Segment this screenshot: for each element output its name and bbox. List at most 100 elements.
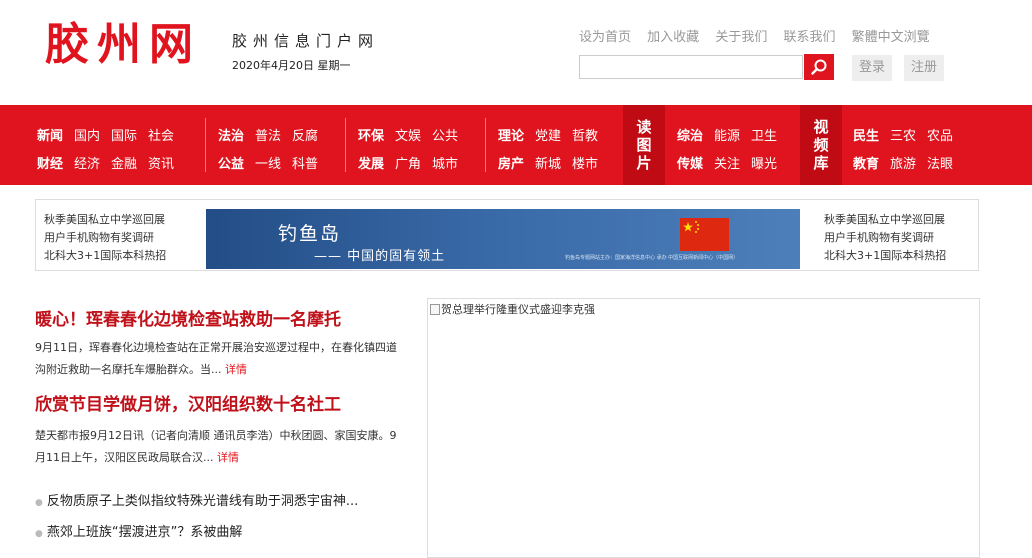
search-icon: [811, 59, 827, 75]
about-us-link[interactable]: 关于我们: [715, 30, 767, 45]
news-list-item[interactable]: ● 燕郊上班族“摆渡进京”？系被曲解: [35, 521, 242, 540]
promo-link[interactable]: 北科大3+1国际本科热招: [824, 247, 946, 265]
login-button[interactable]: 登录: [852, 55, 892, 81]
nav-item[interactable]: 普法: [255, 129, 281, 144]
promo-link[interactable]: 用户手机购物有奖调研: [824, 229, 946, 247]
nav-divider: [205, 118, 206, 172]
nav-item[interactable]: 房产: [498, 157, 524, 172]
nav-item[interactable]: 曝光: [751, 157, 777, 172]
news-list-item[interactable]: ● 反物质原子上类似指纹特殊光谱线有助于洞悉宇宙神...: [35, 490, 358, 509]
nav-item[interactable]: 公共: [432, 129, 458, 144]
nav-item[interactable]: 金融: [111, 157, 137, 172]
nav-item[interactable]: 社会: [148, 129, 174, 144]
nav-read-pictures[interactable]: 读图片: [623, 105, 665, 185]
news-summary: 楚天都市报9月12日讯（记者向清顺 通讯员李浩）中秋团圆、家国安康。9月11日上…: [35, 425, 403, 469]
nav-row: 理论 党建 哲教: [498, 125, 609, 144]
news-summary-text: 9月11日，珲春春化边境检查站在正常开展治安巡逻过程中，在春化镇四道沟附近救助一…: [35, 341, 397, 376]
nav-item[interactable]: 法眼: [927, 157, 953, 172]
featured-image-alt-text: 贺总理举行隆重仪式盛迎李克强: [441, 303, 595, 316]
nav-item[interactable]: 国际: [111, 129, 137, 144]
nav-item[interactable]: 民生: [853, 129, 879, 144]
promo-link[interactable]: 秋季美国私立中学巡回展: [44, 211, 166, 229]
nav-item[interactable]: 反腐: [292, 129, 318, 144]
nav-row: 公益 一线 科普: [218, 153, 329, 172]
nav-item[interactable]: 卫生: [751, 129, 777, 144]
promo-strip: 秋季美国私立中学巡回展 用户手机购物有奖调研 北科大3+1国际本科热招 钓鱼岛 …: [35, 199, 979, 271]
nav-item[interactable]: 文娱: [395, 129, 421, 144]
nav-item[interactable]: 新闻: [37, 129, 63, 144]
promo-links-left: 秋季美国私立中学巡回展 用户手机购物有奖调研 北科大3+1国际本科热招: [44, 211, 166, 265]
nav-item[interactable]: 国内: [74, 129, 100, 144]
broken-image-icon: [430, 303, 440, 315]
nav-video-library[interactable]: 视频库: [800, 105, 842, 185]
nav-item[interactable]: 公益: [218, 157, 244, 172]
register-button[interactable]: 注册: [904, 55, 944, 81]
nav-item[interactable]: 发展: [358, 157, 384, 172]
banner-title: 钓鱼岛: [278, 223, 342, 245]
search-input[interactable]: [579, 55, 803, 79]
traditional-chinese-link[interactable]: 繁體中文浏覽: [852, 30, 930, 45]
nav-item[interactable]: 关注: [714, 157, 740, 172]
nav-item[interactable]: 理论: [498, 129, 524, 144]
nav-row: 房产 新城 楼市: [498, 153, 609, 172]
banner-subtitle: —— 中国的固有领土: [314, 249, 446, 264]
nav-divider: [345, 118, 346, 172]
featured-image-caption: 贺总理举行隆重仪式盛迎李克强: [430, 301, 595, 317]
nav-item[interactable]: 党建: [535, 129, 561, 144]
top-links: 设为首页 加入收藏 关于我们 联系我们 繁體中文浏覽: [579, 26, 942, 45]
nav-item[interactable]: 城市: [432, 157, 458, 172]
bullet-dot-icon: ●: [35, 498, 43, 508]
nav-item[interactable]: 能源: [714, 129, 740, 144]
nav-video-library-label: 视频库: [813, 118, 829, 172]
nav-item[interactable]: 财经: [37, 157, 63, 172]
featured-image[interactable]: 贺总理举行隆重仪式盛迎李克强: [427, 298, 980, 558]
nav-item[interactable]: 经济: [74, 157, 100, 172]
promo-links-right: 秋季美国私立中学巡回展 用户手机购物有奖调研 北科大3+1国际本科热招: [824, 211, 946, 265]
news-list-item-title: 反物质原子上类似指纹特殊光谱线有助于洞悉宇宙神...: [46, 494, 359, 509]
nav-row: 综治 能源 卫生: [677, 125, 788, 144]
nav-item[interactable]: 综治: [677, 129, 703, 144]
contact-us-link[interactable]: 联系我们: [783, 30, 835, 45]
diaoyu-island-banner[interactable]: 钓鱼岛 —— 中国的固有领土 钓鱼岛专题网站主办：国家海洋信息中心 承办 中国互…: [206, 209, 800, 269]
nav-item[interactable]: 哲教: [572, 129, 598, 144]
promo-link[interactable]: 秋季美国私立中学巡回展: [824, 211, 946, 229]
promo-link[interactable]: 用户手机购物有奖调研: [44, 229, 166, 247]
nav-row: 民生 三农 农品: [853, 125, 964, 144]
nav-item[interactable]: 旅游: [890, 157, 916, 172]
promo-link[interactable]: 北科大3+1国际本科热招: [44, 247, 166, 265]
news-headline[interactable]: 欣赏节目学做月饼，汉阳组织数十名社工: [35, 390, 341, 415]
add-favorite-link[interactable]: 加入收藏: [647, 30, 699, 45]
nav-item[interactable]: 科普: [292, 157, 318, 172]
nav-read-pictures-label: 读图片: [636, 118, 652, 172]
nav-item[interactable]: 教育: [853, 157, 879, 172]
bullet-dot-icon: ●: [35, 529, 43, 539]
set-homepage-link[interactable]: 设为首页: [579, 30, 631, 45]
nav-row: 环保 文娱 公共: [358, 125, 469, 144]
nav-row: 新闻 国内 国际 社会: [37, 125, 185, 144]
news-headline[interactable]: 暖心！珲春春化边境检查站救助一名摩托: [35, 305, 341, 330]
nav-item[interactable]: 广角: [395, 157, 421, 172]
nav-item[interactable]: 环保: [358, 129, 384, 144]
nav-item[interactable]: 三农: [890, 129, 916, 144]
nav-row: 法治 普法 反腐: [218, 125, 329, 144]
nav-row: 发展 广角 城市: [358, 153, 469, 172]
china-flag-icon: [680, 218, 729, 251]
nav-row: 教育 旅游 法眼: [853, 153, 964, 172]
search-button[interactable]: [804, 54, 834, 80]
nav-item[interactable]: 农品: [927, 129, 953, 144]
news-summary-text: 楚天都市报9月12日讯（记者向清顺 通讯员李浩）中秋团圆、家国安康。9月11日上…: [35, 429, 397, 464]
site-logo[interactable]: 胶州网: [45, 18, 201, 72]
nav-item[interactable]: 一线: [255, 157, 281, 172]
news-detail-link[interactable]: 详情: [217, 451, 239, 464]
nav-item[interactable]: 传媒: [677, 157, 703, 172]
nav-item[interactable]: 新城: [535, 157, 561, 172]
nav-item[interactable]: 楼市: [572, 157, 598, 172]
news-list-item-title: 燕郊上班族“摆渡进京”？系被曲解: [46, 525, 243, 540]
nav-item[interactable]: 法治: [218, 129, 244, 144]
nav-row: 传媒 关注 曝光: [677, 153, 788, 172]
news-summary: 9月11日，珲春春化边境检查站在正常开展治安巡逻过程中，在春化镇四道沟附近救助一…: [35, 337, 403, 381]
nav-item[interactable]: 资讯: [148, 157, 174, 172]
banner-footnote: 钓鱼岛专题网站主办：国家海洋信息中心 承办 中国互联网新闻中心（中国网）: [565, 255, 739, 261]
news-detail-link[interactable]: 详情: [225, 363, 247, 376]
nav-row: 财经 经济 金融 资讯: [37, 153, 185, 172]
